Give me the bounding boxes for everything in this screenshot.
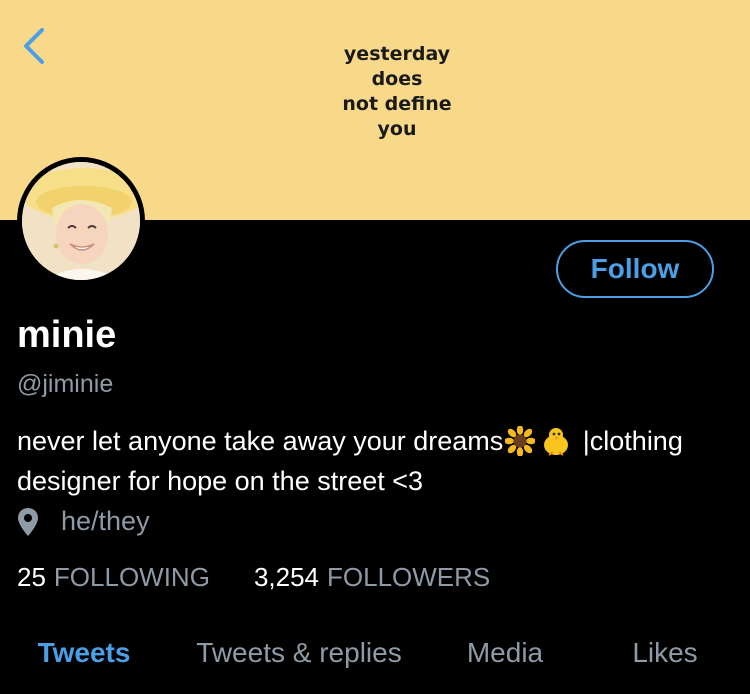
profile-tabs: Tweets Tweets & replies Media Likes xyxy=(0,622,750,684)
following-stat[interactable]: 25 FOLLOWING xyxy=(17,562,210,593)
banner-line: yesterday xyxy=(343,43,451,65)
back-button[interactable] xyxy=(12,24,56,68)
display-name: minie xyxy=(17,314,117,356)
tab-tweets-replies[interactable]: Tweets & replies xyxy=(168,622,430,684)
profile-stats: 25 FOLLOWING 3,254 FOLLOWERS xyxy=(17,562,490,593)
location-pin-icon xyxy=(17,507,39,537)
avatar[interactable] xyxy=(17,157,145,285)
sunflower-emoji xyxy=(504,425,537,464)
tab-tweets[interactable]: Tweets xyxy=(0,622,168,684)
location-text: he/they xyxy=(61,506,150,536)
bio-text-start: never let anyone take away your dreams xyxy=(17,426,504,456)
banner-quote: yesterday does not define you xyxy=(297,42,497,142)
tab-likes[interactable]: Likes xyxy=(580,622,750,684)
banner-line: not define xyxy=(342,93,452,115)
followers-stat[interactable]: 3,254 FOLLOWERS xyxy=(254,562,490,593)
avatar-photo xyxy=(22,162,140,280)
following-label: FOLLOWING xyxy=(53,562,210,592)
tab-media[interactable]: Media xyxy=(430,622,580,684)
follow-button[interactable]: Follow xyxy=(556,240,714,298)
banner-line: you xyxy=(377,118,417,140)
chick-emoji xyxy=(539,426,573,464)
user-handle: @jiminie xyxy=(17,370,114,398)
following-count: 25 xyxy=(17,562,46,592)
followers-count: 3,254 xyxy=(253,562,320,592)
followers-label: FOLLOWERS xyxy=(327,562,491,592)
profile-location: he/they xyxy=(17,506,150,537)
back-chevron-icon xyxy=(24,28,44,64)
banner-line: does xyxy=(371,68,423,90)
profile-page: yesterday does not define you Follow min… xyxy=(0,0,750,694)
profile-bio: never let anyone take away your dreams |… xyxy=(17,424,737,498)
